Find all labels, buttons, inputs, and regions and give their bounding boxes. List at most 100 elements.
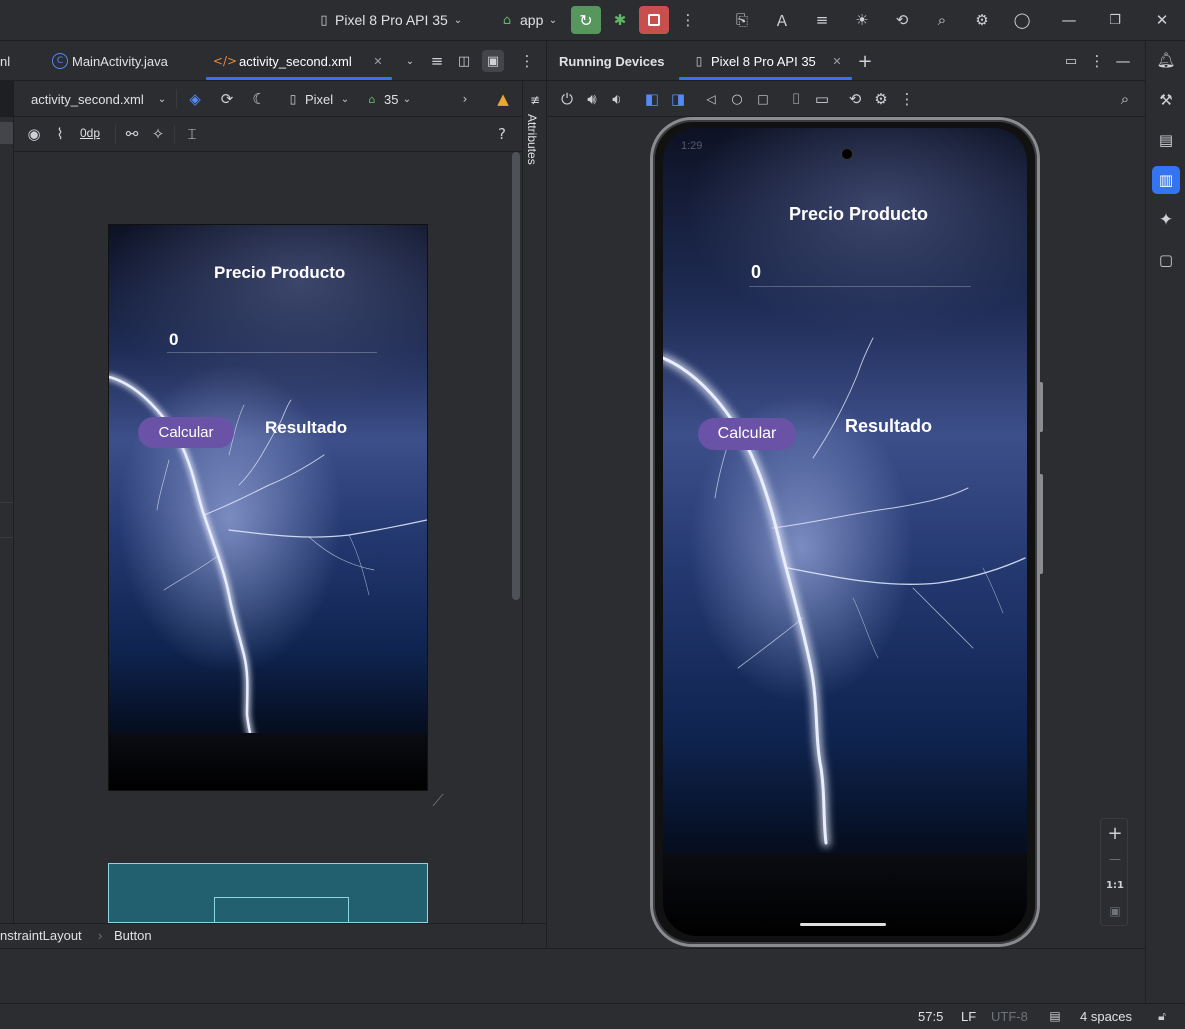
- running-devices-icon[interactable]: ▥: [1152, 166, 1180, 194]
- home-icon[interactable]: ○: [727, 88, 747, 110]
- tab-activity-second[interactable]: activity_second.xml: [239, 54, 352, 69]
- view-options-icon[interactable]: ◉: [23, 123, 45, 145]
- run-config-selector[interactable]: app: [520, 12, 543, 28]
- apply-changes-button[interactable]: ↻: [571, 6, 601, 34]
- canvas-scrollbar[interactable]: [512, 152, 520, 600]
- chevron-right-icon[interactable]: ›: [458, 90, 472, 108]
- device-mirroring-icon[interactable]: ⌕: [1114, 88, 1136, 110]
- attributes-tab[interactable]: Attributes: [525, 114, 539, 165]
- volume-down-icon[interactable]: 🔉︎: [607, 88, 627, 110]
- infer-constraints-icon[interactable]: ✧: [147, 123, 169, 145]
- rotate-right-icon[interactable]: ◨: [668, 88, 688, 110]
- design-preview[interactable]: Precio Producto 0 Calcular Resultado: [108, 224, 428, 791]
- more-icon[interactable]: ⋮: [1088, 52, 1106, 70]
- zoom-fit-icon[interactable]: ▣: [1104, 900, 1126, 922]
- gradle-icon[interactable]: ⚒: [1155, 89, 1177, 111]
- zoom-out-button[interactable]: —: [1104, 848, 1126, 870]
- gemini-icon[interactable]: ✦: [1155, 209, 1177, 231]
- extended-controls-icon[interactable]: ⚙: [871, 88, 891, 110]
- file-encoding[interactable]: UTF-8: [991, 1009, 1028, 1024]
- device-dropdown[interactable]: Pixel: [305, 92, 333, 107]
- calcular-button[interactable]: Calcular: [138, 417, 234, 448]
- gesture-bar[interactable]: [800, 923, 886, 926]
- code-view-icon[interactable]: ≡: [428, 52, 446, 70]
- power-icon[interactable]: ⏻: [557, 88, 577, 110]
- price-input[interactable]: 0: [751, 262, 761, 283]
- attributes-icon[interactable]: ≢: [525, 91, 545, 109]
- cursor-position[interactable]: 57:5: [918, 1009, 943, 1024]
- device-explorer-icon[interactable]: ▢: [1155, 249, 1177, 271]
- close-tab-icon[interactable]: ✕: [371, 53, 385, 69]
- stop-button[interactable]: [639, 6, 669, 34]
- debug-icon[interactable]: ✱: [609, 9, 631, 31]
- build-variants-icon[interactable]: ⎘: [731, 9, 753, 31]
- split-view-icon[interactable]: ◫: [455, 52, 473, 70]
- screenshot-icon[interactable]: ⌷: [786, 88, 806, 110]
- autoconnect-icon[interactable]: ⌇: [49, 123, 71, 145]
- account-icon[interactable]: ◯: [1011, 9, 1033, 31]
- more-icon[interactable]: ⋮: [518, 52, 536, 70]
- sync-gradle-icon[interactable]: ⟲: [891, 9, 913, 31]
- orientation-icon[interactable]: ⟳: [216, 88, 238, 110]
- chevron-down-icon[interactable]: ⌄: [401, 52, 419, 70]
- settings-icon[interactable]: ⚙: [971, 9, 993, 31]
- price-input[interactable]: 0: [169, 330, 178, 350]
- indent-setting[interactable]: 4 spaces: [1080, 1009, 1132, 1024]
- rotate-left-icon[interactable]: ◧: [642, 88, 662, 110]
- tab-truncated[interactable]: nl: [0, 54, 10, 69]
- translate-icon[interactable]: Ａ: [771, 9, 793, 31]
- default-margin[interactable]: 0dp: [80, 126, 100, 140]
- volume-up-icon[interactable]: 🔊︎: [582, 88, 602, 110]
- notifications-icon[interactable]: 🔔︎: [1155, 49, 1177, 71]
- help-icon[interactable]: ?: [491, 123, 513, 145]
- resize-handle-icon[interactable]: ⟋: [428, 791, 448, 811]
- window-layout-icon[interactable]: ▭: [1061, 52, 1081, 70]
- zoom-actual-size-button[interactable]: 1:1: [1104, 874, 1126, 896]
- design-view-icon[interactable]: ▣: [482, 50, 504, 72]
- back-icon[interactable]: ◁: [701, 88, 721, 110]
- tab-device[interactable]: Pixel 8 Pro API 35: [711, 54, 816, 69]
- calcular-button[interactable]: Calcular: [698, 418, 796, 450]
- overview-icon[interactable]: □: [753, 88, 773, 110]
- night-mode-icon[interactable]: ☾: [248, 88, 270, 110]
- lock-icon[interactable]: 🔓︎: [1153, 1007, 1171, 1025]
- add-tab-icon[interactable]: +: [855, 51, 875, 72]
- editorconfig-icon[interactable]: ▤: [1046, 1007, 1064, 1025]
- blueprint-preview[interactable]: [108, 863, 428, 924]
- more-icon[interactable]: ⋮: [897, 88, 917, 110]
- close-tab-icon[interactable]: ✕: [830, 53, 844, 69]
- device-selector[interactable]: Pixel 8 Pro API 35: [335, 12, 448, 28]
- chevron-down-icon[interactable]: ⌄: [400, 90, 414, 108]
- chevron-down-icon[interactable]: ⌄: [545, 10, 561, 30]
- more-actions-icon[interactable]: ⋮: [678, 9, 698, 31]
- palette-toggle[interactable]: [0, 122, 13, 144]
- screen-record-icon[interactable]: ▭: [812, 88, 832, 110]
- device-manager-icon[interactable]: ▤: [1155, 129, 1177, 151]
- breadcrumb-item[interactable]: nstraintLayout: [0, 928, 82, 943]
- maximize-icon[interactable]: ❐: [1104, 9, 1126, 31]
- guidelines-icon[interactable]: ⌶: [181, 123, 203, 145]
- lightning-bolt-image: [663, 337, 1026, 847]
- search-icon[interactable]: ⌕: [931, 9, 953, 31]
- device-toolbar: ⏻ 🔊︎ 🔉︎ ◧ ◨ ◁ ○ □ ⌷ ▭ ⟲ ⚙ ⋮ ⌕: [547, 81, 1145, 117]
- chevron-down-icon[interactable]: ⌄: [155, 90, 169, 108]
- clear-constraints-icon[interactable]: ⚯: [121, 123, 143, 145]
- zoom-in-button[interactable]: +: [1104, 822, 1126, 844]
- warning-icon[interactable]: ▲: [493, 89, 513, 109]
- tab-main-activity[interactable]: MainActivity.java: [72, 54, 168, 69]
- phone-screen[interactable]: 1:29 Precio Producto 0 Calcular Resultad…: [663, 128, 1027, 936]
- minimize-icon[interactable]: —: [1058, 9, 1080, 31]
- logcat-icon[interactable]: ≡: [811, 9, 833, 31]
- api-dropdown[interactable]: 35: [384, 92, 398, 107]
- chevron-down-icon[interactable]: ⌄: [450, 10, 466, 30]
- chevron-down-icon[interactable]: ⌄: [338, 90, 352, 108]
- layout-file-dropdown[interactable]: activity_second.xml: [31, 92, 144, 107]
- hide-panel-icon[interactable]: —: [1114, 52, 1132, 70]
- bug-icon[interactable]: ☀: [851, 9, 873, 31]
- phone-frame: 1:29 Precio Producto 0 Calcular Resultad…: [650, 117, 1043, 947]
- line-separator[interactable]: LF: [961, 1009, 976, 1024]
- snapshot-icon[interactable]: ⟲: [845, 88, 865, 110]
- close-icon[interactable]: ✕: [1151, 9, 1173, 31]
- breadcrumb-item[interactable]: Button: [114, 928, 152, 943]
- design-surface-icon[interactable]: ◈: [184, 88, 206, 110]
